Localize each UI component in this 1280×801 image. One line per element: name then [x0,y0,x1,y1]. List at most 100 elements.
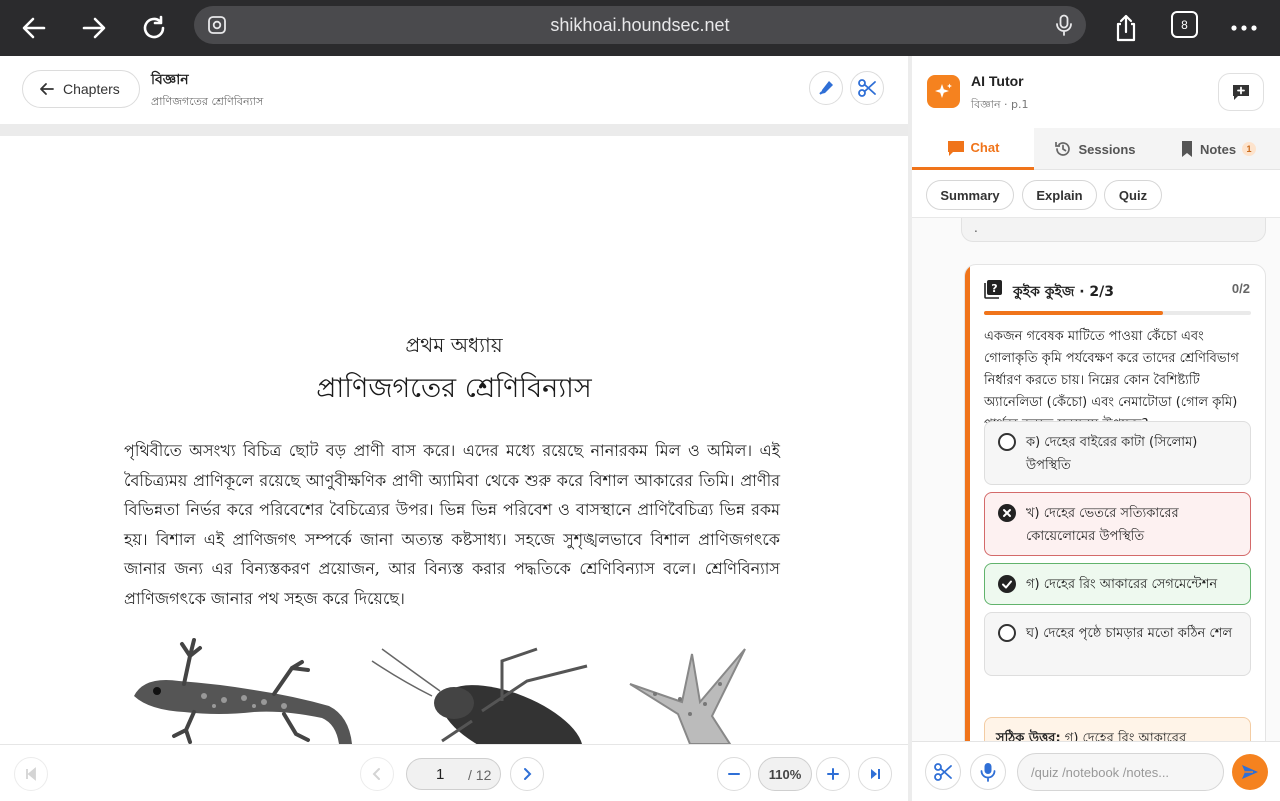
option-text: গ) দেহের রিং আকারের সেগমেন্টেশন [1026,577,1218,592]
sparkle-icon [927,75,960,108]
share-icon[interactable] [1106,8,1146,48]
document-title: বিজ্ঞান [151,72,189,88]
tab-chat[interactable]: Chat [912,128,1034,170]
option-text: ঘ) দেহের পৃষ্ঠে চামড়ার মতো কঠিন শেল [1026,626,1233,641]
address-bar[interactable]: shikhoai.houndsec.net [194,6,1086,44]
quiz-accent-bar [965,265,970,741]
new-chat-button[interactable] [1218,73,1264,111]
message-plus-icon [1233,85,1249,100]
chevron-left-icon [372,768,380,780]
voice-input-button[interactable] [970,754,1006,790]
quiz-option-a[interactable]: ক) দেহের বাইরের কাটা (সিলোম) উপস্থিতি [984,421,1251,485]
back-arrow-icon[interactable] [14,8,54,48]
radio-empty-icon [998,433,1016,451]
chapter-title: প্রাণিজগতের শ্রেণিবিন্যাস [316,373,592,404]
tutor-title: AI Tutor [971,73,1024,89]
first-page-button[interactable] [14,757,48,791]
chapter-body-text: পৃথিবীতে অসংখ্য বিচিত্র ছোট বড় প্রাণী ব… [124,441,780,608]
plus-icon [827,768,839,780]
page-number-input[interactable]: 1 / 12 [406,758,501,790]
correct-answer-text: গ) দেহের রিং আকারের [1064,731,1187,741]
highlighter-button[interactable] [809,71,843,105]
quiz-book-icon: ? [984,279,1004,303]
chapters-label: Chapters [63,81,120,97]
tab-sessions[interactable]: Sessions [1034,128,1156,170]
back-arrow-icon [40,83,54,95]
chat-messages[interactable]: . ? কুইক কুইজ · 2/3 0/2 একজন গবেষক মাটিত… [912,218,1280,741]
tutor-context: বিজ্ঞান · p.1 [971,98,1029,111]
reader-header: Chapters বিজ্ঞান প্রাণিজগতের শ্রেণিবিন্য… [0,56,908,124]
notes-count-badge: 1 [1242,142,1257,156]
clip-button[interactable] [925,754,961,790]
browser-toolbar: shikhoai.houndsec.net 8 [0,0,1280,56]
quiz-option-c[interactable]: গ) দেহের রিং আকারের সেগমেন্টেশন [984,563,1251,605]
microphone-icon [980,763,996,782]
tabs-count-button[interactable]: 8 [1171,11,1198,38]
pen-icon [819,81,833,95]
reload-icon[interactable] [134,8,174,48]
next-page-button[interactable] [510,757,544,791]
send-button[interactable] [1232,754,1268,790]
x-mark-icon [998,504,1016,522]
tutor-header: AI Tutor বিজ্ঞান · p.1 [912,56,1280,128]
zoom-in-button[interactable] [816,757,850,791]
option-text: ক) দেহের বাইরের কাটা (সিলোম) উপস্থিতি [1026,435,1198,473]
chapters-back-button[interactable]: Chapters [22,70,140,108]
quiz-option-b[interactable]: খ) দেহের ভেতরে সত্যিকারের কোয়েলোমের উপস… [984,492,1251,556]
correct-answer-box: সঠিক উত্তর: গ) দেহের রিং আকারের [984,717,1251,741]
quick-actions: Summary Explain Quiz [912,170,1280,218]
tab-notes-label: Notes [1199,141,1237,157]
explain-chip[interactable]: Explain [1022,180,1097,210]
bookmark-icon [1181,141,1192,157]
tab-notes[interactable]: Notes 1 [1156,128,1280,170]
send-icon [1242,765,1258,779]
correct-answer-label: সঠিক উত্তর: [996,731,1061,741]
zoom-out-button[interactable] [717,757,751,791]
quiz-option-d[interactable]: ঘ) দেহের পৃষ্ঠে চামড়ার মতো কঠিন শেল [984,612,1251,676]
summary-chip[interactable]: Summary [926,180,1014,210]
zoom-level[interactable]: 110% [758,757,812,791]
previous-message: . [961,218,1266,242]
tutor-tabs: Chat Sessions Notes 1 [912,128,1280,170]
last-page-button[interactable] [858,757,892,791]
history-icon [1055,142,1071,156]
quiz-card: ? কুইক কুইজ · 2/3 0/2 একজন গবেষক মাটিতে … [964,264,1266,741]
starfish-illustration [629,648,746,744]
previous-page-button[interactable] [360,757,394,791]
minus-icon [728,773,740,775]
chapter-label: প্রথম অধ্যায় [405,333,503,357]
check-mark-icon [998,575,1016,593]
quiz-score: 0/2 [1231,281,1250,296]
quiz-progress-fill [984,311,1163,315]
forward-arrow-icon[interactable] [74,8,114,48]
previous-message-text: . [974,221,978,235]
gecko-illustration [134,638,352,744]
more-options-icon[interactable] [1224,8,1264,48]
chevron-right-icon [524,768,532,780]
quiz-title: কুইক কুইজ · 2/3 [1013,284,1115,300]
skip-forward-icon [871,769,880,779]
current-page[interactable]: 1 [436,766,444,783]
reader-pane: Chapters বিজ্ঞান প্রাণিজগতের শ্রেণিবিন্য… [0,56,908,801]
quiz-progress-bar [984,311,1251,315]
total-pages: / 12 [468,767,492,783]
scissors-icon [934,763,952,781]
pdf-page: প্রথম অধ্যায় প্রাণিজগতের শ্রেণিবিন্যাস … [0,136,908,744]
chat-input-bar [912,741,1280,801]
tab-chat-label: Chat [970,140,1000,155]
cockroach-illustration [371,647,588,744]
page-navigator: 1 / 12 110% [0,744,908,801]
tab-sessions-label: Sessions [1078,141,1136,157]
page-gap [0,124,908,136]
skip-back-icon [26,767,36,781]
radio-empty-icon [998,624,1016,642]
message-input[interactable] [1017,753,1224,791]
svg-text:?: ? [991,282,997,295]
url-text: shikhoai.houndsec.net [550,15,730,35]
quiz-question: একজন গবেষক মাটিতে পাওয়া কেঁচো এবং গোলাক… [984,329,1239,432]
microphone-icon[interactable] [1054,14,1074,40]
clip-tool-button[interactable] [850,71,884,105]
document-subtitle: প্রাণিজগতের শ্রেণিবিন্যাস [151,95,264,108]
quiz-chip[interactable]: Quiz [1104,180,1162,210]
ai-tutor-panel: AI Tutor বিজ্ঞান · p.1 Chat Sessions Not… [912,56,1280,801]
